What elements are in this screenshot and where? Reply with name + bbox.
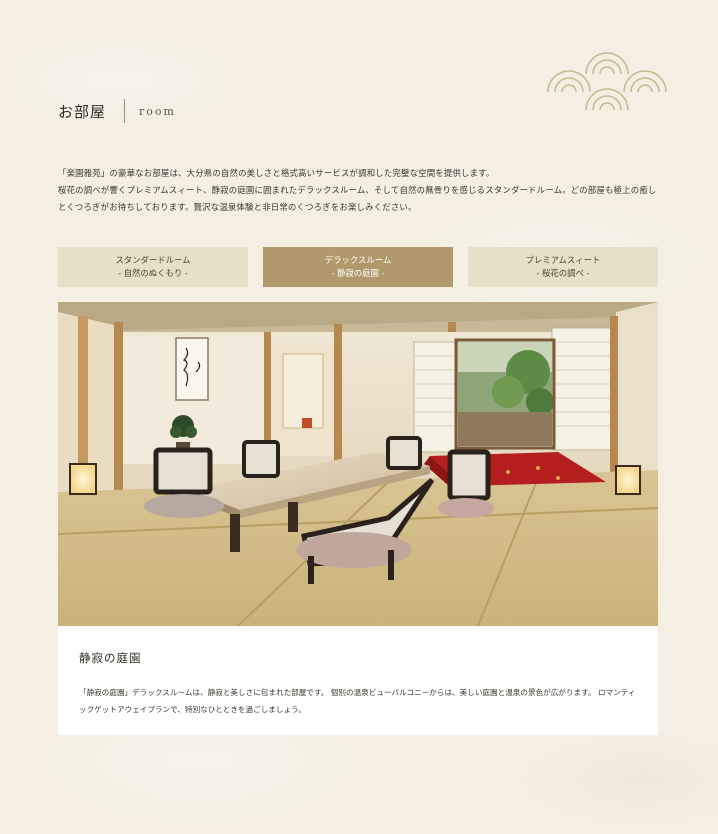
intro-line-1: 「楽園雅苑」の豪華なお部屋は、大分県の自然の美しさと格式高いサービスが調和した完… [58, 168, 495, 178]
tab-label: スタンダードルーム [115, 255, 191, 265]
tab-deluxe-room[interactable]: デラックスルーム - 静寂の庭園 - [263, 247, 453, 287]
intro-text: 「楽園雅苑」の豪華なお部屋は、大分県の自然の美しさと格式高いサービスが調和した完… [58, 165, 660, 216]
tab-sublabel: - 桜花の調べ - [536, 268, 590, 278]
room-tabs: スタンダードルーム - 自然のぬくもり - デラックスルーム - 静寂の庭園 -… [58, 247, 658, 287]
tab-premium-suite[interactable]: プレミアムスィート - 桜花の調べ - [468, 247, 658, 287]
section-title: お部屋 [58, 102, 107, 121]
section-subtitle: room [139, 104, 176, 118]
header-divider [124, 99, 126, 123]
room-detail-card: 静寂の庭園 「静寂の庭園」デラックスルームは、静寂と美しさに包まれた部屋です。 … [58, 626, 658, 735]
room-title: 静寂の庭園 [79, 651, 142, 665]
tab-sublabel: - 自然のぬくもり - [118, 268, 188, 278]
tab-label: デラックスルーム [324, 255, 392, 265]
tab-sublabel: - 静寂の庭園 - [331, 268, 385, 278]
room-photo [58, 302, 658, 626]
intro-line-2: 桜花の調べが響くプレミアムスィート、静寂の庭園に囲まれたデラックスルーム、そして… [58, 185, 657, 212]
section-header: お部屋 room [58, 96, 176, 126]
tab-label: プレミアムスィート [525, 255, 601, 265]
seigaiha-wave-icon [547, 52, 667, 111]
tab-standard-room[interactable]: スタンダードルーム - 自然のぬくもり - [58, 247, 248, 287]
room-description: 「静寂の庭園」デラックスルームは、静寂と美しさに包まれた部屋です。 個別の温泉ビ… [79, 688, 636, 714]
